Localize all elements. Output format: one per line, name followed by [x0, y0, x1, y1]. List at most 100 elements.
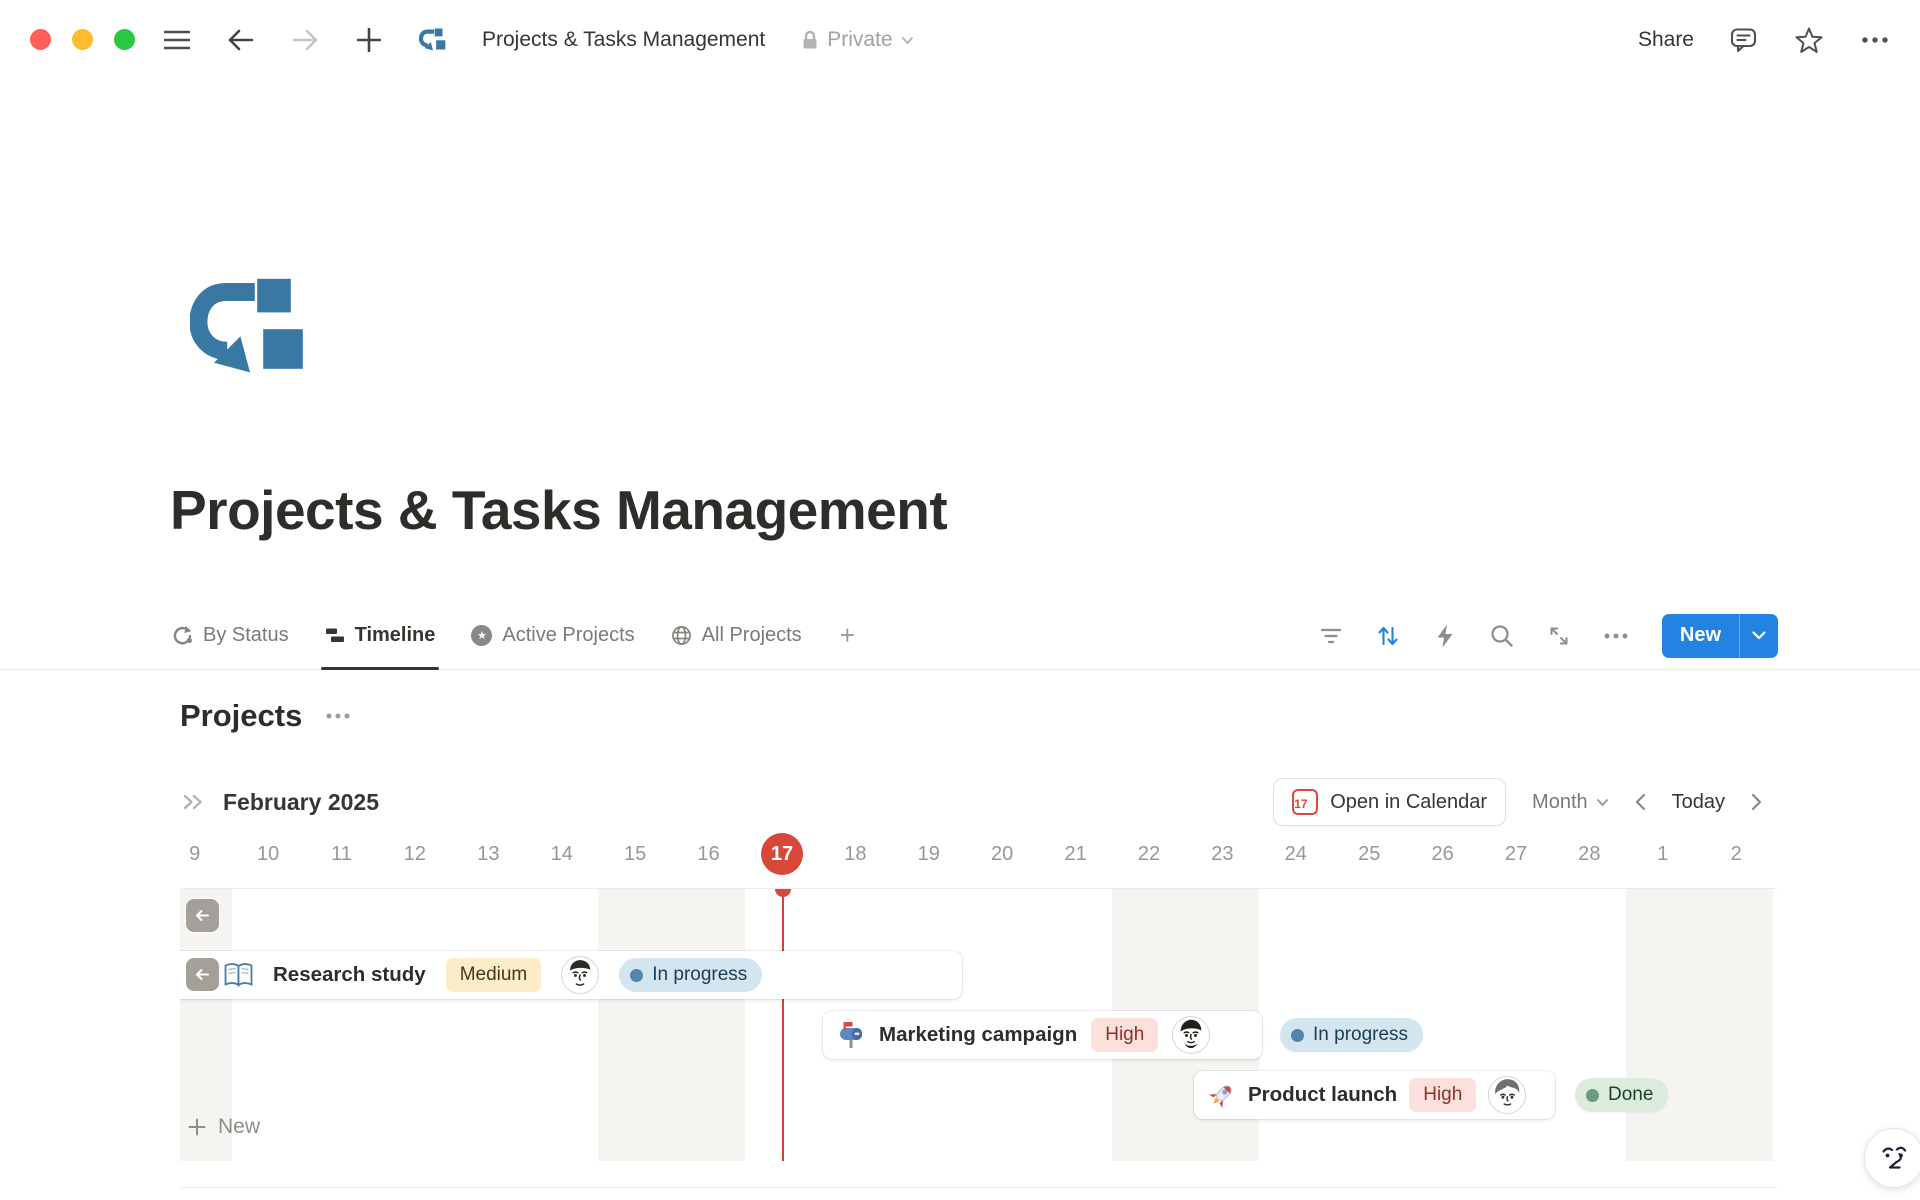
priority-badge: High — [1091, 1018, 1158, 1052]
day-label: 15 — [624, 843, 646, 866]
day-label: 9 — [189, 843, 200, 866]
forward-arrow-icon[interactable] — [288, 23, 322, 57]
lock-icon — [801, 30, 819, 50]
new-tab-icon[interactable] — [352, 23, 386, 57]
today-indicator-dot — [775, 888, 791, 897]
section-more-icon[interactable] — [326, 713, 350, 719]
calendar-icon: 17 — [1292, 789, 1318, 815]
ai-face-icon — [1877, 1141, 1911, 1175]
weekend-band — [598, 889, 745, 1161]
arrow-left-icon — [195, 968, 210, 981]
day-label: 10 — [257, 843, 279, 866]
zoom-level-select[interactable]: Month — [1532, 791, 1609, 814]
view-tabs: By Status Timeline ★ Active Projects All… — [172, 602, 855, 669]
day-label: 13 — [477, 843, 499, 866]
add-view-button[interactable]: + — [840, 620, 855, 651]
day-label: 23 — [1211, 843, 1233, 866]
titlebar: Projects & Tasks Management Private Shar… — [0, 0, 1920, 80]
day-label: 1 — [1657, 843, 1668, 866]
more-options-icon[interactable] — [1858, 23, 1892, 57]
timeline-month-label: February 2025 — [223, 789, 379, 816]
day-label: 14 — [551, 843, 573, 866]
notion-ai-button[interactable] — [1864, 1128, 1920, 1188]
share-button[interactable]: Share — [1638, 28, 1694, 52]
breadcrumb-page-title[interactable]: Projects & Tasks Management — [482, 28, 765, 52]
view-more-icon[interactable] — [1601, 621, 1631, 651]
day-label: 18 — [844, 843, 866, 866]
chevron-down-icon — [1596, 798, 1609, 807]
plus-icon — [188, 1118, 206, 1136]
section-title: Projects — [180, 698, 302, 734]
rocket-icon — [1208, 1081, 1236, 1109]
new-timeline-item-button[interactable]: New — [188, 1115, 260, 1139]
day-label: 24 — [1285, 843, 1307, 866]
day-label: 27 — [1505, 843, 1527, 866]
tab-by-status[interactable]: By Status — [172, 602, 289, 669]
project-title: Product launch — [1248, 1083, 1397, 1107]
timeline-day-labels: 9 10 11 12 13 14 15 16 17 18 19 20 21 22… — [158, 833, 1773, 875]
new-button[interactable]: New — [1662, 614, 1778, 658]
status-cycle-icon — [172, 625, 193, 646]
page-icon-logo[interactable] — [190, 274, 310, 382]
page-title[interactable]: Projects & Tasks Management — [170, 478, 947, 542]
status-dot — [630, 969, 643, 982]
next-period-button[interactable] — [1751, 793, 1762, 811]
status-dot — [1586, 1089, 1599, 1102]
expand-icon[interactable] — [1544, 621, 1574, 651]
lightning-icon[interactable] — [1430, 621, 1460, 651]
status-pill[interactable]: Done — [1575, 1078, 1668, 1112]
status-pill[interactable]: In progress — [1280, 1018, 1423, 1052]
open-in-calendar-button[interactable]: 17 Open in Calendar — [1273, 778, 1506, 826]
maximize-window-button[interactable] — [114, 29, 135, 50]
scroll-to-item-chip[interactable] — [186, 958, 219, 991]
sidebar-menu-icon[interactable] — [160, 23, 194, 57]
priority-badge: Medium — [446, 958, 542, 992]
double-chevron-icon[interactable] — [182, 792, 207, 812]
scroll-to-item-chip[interactable] — [186, 899, 219, 932]
day-label: 21 — [1064, 843, 1086, 866]
status-pill[interactable]: In progress — [619, 958, 762, 992]
new-button-label[interactable]: New — [1662, 614, 1739, 658]
comments-icon[interactable] — [1726, 23, 1760, 57]
timeline-icon — [325, 626, 345, 645]
project-title: Research study — [273, 963, 426, 987]
view-toolbar: New — [1316, 602, 1778, 669]
globe-icon — [671, 625, 692, 646]
close-window-button[interactable] — [30, 29, 51, 50]
chevron-down-icon — [901, 36, 914, 45]
sort-icon[interactable] — [1373, 621, 1403, 651]
search-icon[interactable] — [1487, 621, 1517, 651]
mailbox-icon — [837, 1021, 865, 1049]
new-button-dropdown[interactable] — [1739, 614, 1778, 658]
back-arrow-icon[interactable] — [224, 23, 258, 57]
day-label: 25 — [1358, 843, 1380, 866]
timeline-bar-research-study[interactable]: Research study Medium In progress — [180, 951, 962, 999]
privacy-selector[interactable]: Private — [801, 28, 913, 52]
timeline-bar-marketing-campaign[interactable]: Marketing campaign High — [823, 1011, 1262, 1059]
assignee-avatar — [1488, 1076, 1526, 1114]
views-bar: By Status Timeline ★ Active Projects All… — [0, 602, 1920, 670]
chevron-down-icon — [1752, 631, 1766, 640]
notion-window: Projects & Tasks Management Private Shar… — [0, 0, 1920, 1200]
tab-timeline[interactable]: Timeline — [325, 602, 436, 669]
timeline-grid: Research study Medium In progress Market… — [180, 888, 1777, 1188]
page-logo-icon — [416, 23, 450, 57]
timeline-bar-product-launch[interactable]: Product launch High — [1194, 1071, 1555, 1119]
day-label: 26 — [1431, 843, 1453, 866]
window-controls — [30, 29, 135, 50]
day-label: 28 — [1578, 843, 1600, 866]
prev-period-button[interactable] — [1635, 793, 1646, 811]
favorite-star-icon[interactable] — [1792, 23, 1826, 57]
timeline-controls: February 2025 17 Open in Calendar Month … — [182, 776, 1762, 828]
today-button[interactable]: Today — [1672, 791, 1725, 814]
status-dot — [1291, 1029, 1304, 1042]
tab-active-projects[interactable]: ★ Active Projects — [471, 602, 634, 669]
day-label: 2 — [1731, 843, 1742, 866]
filter-icon[interactable] — [1316, 621, 1346, 651]
assignee-avatar — [1172, 1016, 1210, 1054]
today-day-label: 17 — [761, 833, 803, 875]
arrow-left-icon — [195, 909, 210, 922]
tab-all-projects[interactable]: All Projects — [671, 602, 802, 669]
day-label: 22 — [1138, 843, 1160, 866]
minimize-window-button[interactable] — [72, 29, 93, 50]
